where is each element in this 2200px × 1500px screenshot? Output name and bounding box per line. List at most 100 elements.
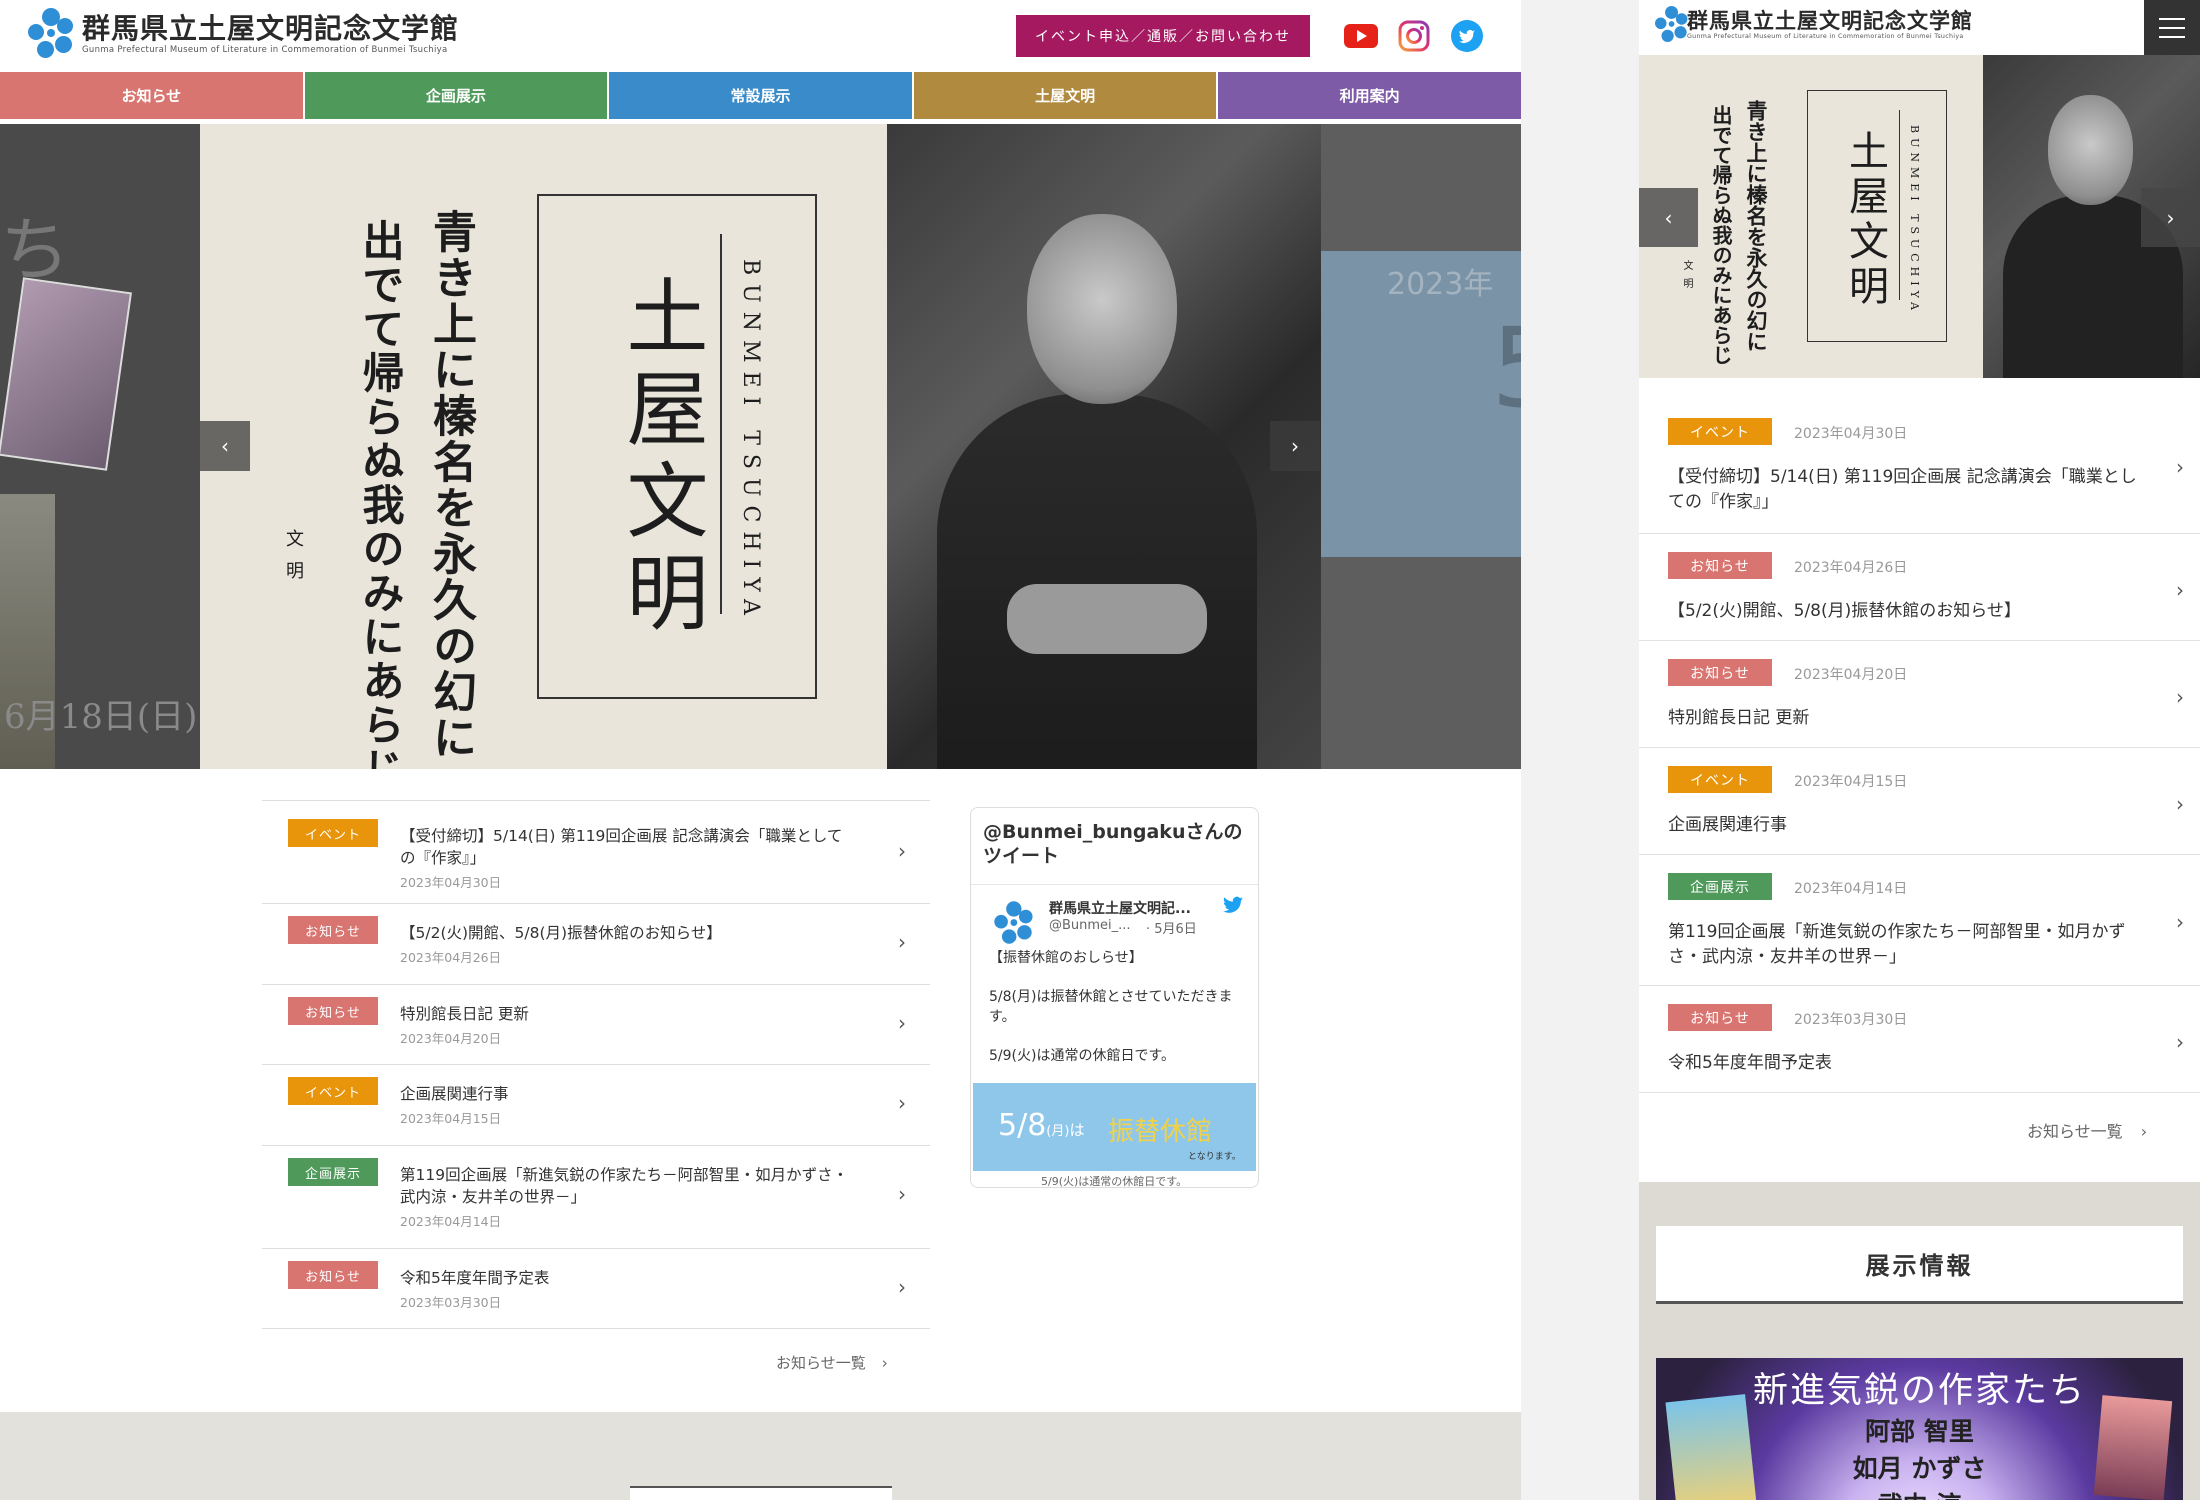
news-item[interactable]: お知らせ 特別館長日記 更新 2023年04月20日 › [262, 985, 930, 1065]
news-tag: お知らせ [288, 916, 378, 944]
news-title: 第119回企画展「新進気鋭の作家たち－阿部智里・如月かずさ・武内涼・友井羊の世界… [400, 1166, 849, 1206]
news-date: 2023年04月14日 [1794, 881, 1908, 897]
news-tag: イベント [288, 1077, 378, 1105]
hero-name: 土屋文明 [612, 274, 707, 642]
twitter-timeline[interactable]: @Bunmei_bungakuさんのツイート 群馬県立土屋文明記... @Bun… [970, 807, 1259, 1188]
chevron-right-icon: › [2176, 455, 2184, 479]
poem-signature: 文明 [283, 529, 304, 593]
carousel-next-button[interactable]: › [2141, 188, 2200, 247]
news-list-link[interactable]: お知らせ一覧 › [2027, 1118, 2147, 1142]
carousel-prev-button[interactable]: ‹ [1639, 188, 1698, 247]
news-item[interactable]: イベント 【受付締切】5/14(日) 第119回企画展 記念講演会「職業としての… [262, 800, 930, 904]
hero-carousel: ち 6月18日(日) 青き上に榛名を永久の幻に 出でて帰らぬ我のみにあらじ 文明… [0, 124, 1521, 769]
news-title: 第119回企画展「新進気鋭の作家たち－阿部智里・如月かずさ・武内涼・友井羊の世界… [1668, 922, 2126, 967]
site-title: 群馬県立土屋文明記念文学館 [82, 11, 460, 45]
next-slide-preview: 2023年 5 [1321, 124, 1521, 769]
news-list-link-label: お知らせ一覧 [776, 1354, 866, 1372]
carousel-prev-button[interactable]: ‹ [200, 421, 250, 471]
news-tag: 企画展示 [288, 1158, 378, 1186]
news-title: 【受付締切】5/14(日) 第119回企画展 記念講演会「職業としての『作家』」 [400, 827, 843, 867]
mobile-news-list: イベント 2023年04月30日 【受付締切】5/14(日) 第119回企画展 … [1639, 400, 2200, 1093]
site-subtitle: Gunma Prefectural Museum of Literature i… [82, 44, 448, 55]
prev-slide-preview: ち 6月18日(日) [0, 124, 200, 769]
nav-guide[interactable]: 利用案内 [1218, 72, 1521, 119]
poem-line-2: 出でて帰らぬ我のみにあらじ [356, 219, 405, 769]
chevron-right-icon: › [898, 839, 906, 863]
news-tag: お知らせ [288, 1261, 378, 1289]
tweet-image-label: 振替休館 [1108, 1117, 1213, 1147]
news-item[interactable]: 企画展示 第119回企画展「新進気鋭の作家たち－阿部智里・如月かずさ・武内涼・友… [262, 1146, 930, 1249]
news-item[interactable]: お知らせ 【5/2(火)開館、5/8(月)振替休館のお知らせ】 2023年04月… [262, 904, 930, 985]
news-title: 【5/2(火)開館、5/8(月)振替休館のお知らせ】 [400, 924, 722, 942]
bunmei-photo [887, 124, 1321, 769]
mobile-view: 群馬県立土屋文明記念文学館 Gunma Prefectural Museum o… [1639, 0, 2200, 1500]
flower-logo-icon [1655, 6, 1688, 42]
news-title: 令和5年度年間予定表 [400, 1269, 550, 1287]
tweet-author-name[interactable]: 群馬県立土屋文明記... [1049, 898, 1191, 918]
site-subtitle: Gunma Prefectural Museum of Literature i… [1687, 33, 1964, 40]
carousel-next-button[interactable]: › [1270, 421, 1320, 471]
mobile-header: 群馬県立土屋文明記念文学館 Gunma Prefectural Museum o… [1639, 0, 2200, 55]
news-item[interactable]: イベント 2023年04月30日 【受付締切】5/14(日) 第119回企画展 … [1639, 400, 2200, 534]
news-date: 2023年04月20日 [1794, 667, 1908, 683]
site-logo[interactable]: 群馬県立土屋文明記念文学館 Gunma Prefectural Museum o… [1655, 6, 1973, 44]
news-title: 【5/2(火)開館、5/8(月)振替休館のお知らせ】 [1668, 601, 2021, 621]
chevron-right-icon: › [2140, 1122, 2148, 1141]
nav-bunmei[interactable]: 土屋文明 [913, 72, 1219, 119]
frame-divider [1899, 110, 1900, 300]
exhibition-poster[interactable]: 新進気鋭の作家たち 阿部 智里 如月 かずさ 武内 涼 [1656, 1358, 2183, 1500]
desktop-view: 群馬県立土屋文明記念文学館 Gunma Prefectural Museum o… [0, 0, 1521, 1500]
news-item[interactable]: イベント 企画展関連行事 2023年04月15日 › [262, 1065, 930, 1146]
exhibition-section-preview [0, 1412, 1521, 1500]
news-item[interactable]: お知らせ 2023年04月20日 特別館長日記 更新 › [1639, 641, 2200, 748]
exhibition-heading-tab[interactable] [630, 1486, 892, 1500]
exhibition-info-heading[interactable]: 展示情報 [1656, 1226, 2183, 1304]
twitter-bird-icon[interactable] [1223, 896, 1243, 918]
prev-slide-date: 6月18日(日) [4, 697, 198, 737]
tweet-image-sub: となります。 [1188, 1152, 1241, 1162]
nav-special-exhibition[interactable]: 企画展示 [304, 72, 610, 119]
news-item[interactable]: お知らせ 2023年04月26日 【5/2(火)開館、5/8(月)振替休館のお知… [1639, 534, 2200, 641]
poem-line-1: 青き上に榛名を永久の幻に [425, 209, 476, 761]
news-tag: イベント [1668, 766, 1772, 793]
tweet-author-handle[interactable]: @Bunmei_... [1049, 918, 1131, 933]
news-item[interactable]: お知らせ 令和5年度年間予定表 2023年03月30日 › [262, 1249, 930, 1329]
hamburger-menu-icon[interactable] [2144, 0, 2200, 55]
nav-permanent-exhibition[interactable]: 常設展示 [609, 72, 914, 119]
tweet-text: 【振替休館のおしらせ】 5/8(月)は振替休館とさせていただきます。 5/9(火… [989, 948, 1244, 1085]
twitter-icon[interactable] [1450, 20, 1484, 52]
news-title: 企画展関連行事 [1668, 815, 1787, 835]
youtube-icon[interactable] [1344, 20, 1378, 52]
news-date: 2023年03月30日 [400, 1295, 502, 1310]
tweet-image-date-value: 5/8 [998, 1108, 1047, 1143]
nav-news[interactable]: お知らせ [0, 72, 305, 119]
tweet-text-line: 5/9(火)は通常の休館日です。 [989, 1048, 1176, 1064]
tweet-image[interactable]: 5/8(月)は 振替休館 となります。 [973, 1083, 1256, 1171]
news-title: 令和5年度年間予定表 [1668, 1053, 1832, 1073]
news-tag: お知らせ [1668, 1004, 1772, 1031]
site-logo[interactable]: 群馬県立土屋文明記念文学館 Gunma Prefectural Museum o… [28, 8, 459, 60]
flower-logo-icon [28, 8, 76, 60]
chevron-right-icon: › [2176, 685, 2184, 709]
tweet-image-ha: は [1069, 1121, 1085, 1139]
event-contact-button[interactable]: イベント申込／通販／お問い合わせ [1016, 15, 1310, 57]
news-item[interactable]: 企画展示 2023年04月14日 第119回企画展「新進気鋭の作家たち－阿部智里… [1639, 855, 2200, 986]
twitter-avatar [991, 898, 1035, 944]
hero-name-en: BUNMEI TSUCHIYA [1908, 125, 1921, 315]
frame-divider [720, 234, 722, 614]
poem-line-1: 青き上に榛名を永久の幻に [1744, 100, 1769, 352]
instagram-icon[interactable] [1397, 20, 1431, 52]
news-item[interactable]: イベント 2023年04月15日 企画展関連行事 › [1639, 748, 2200, 855]
chevron-right-icon: › [898, 1182, 906, 1206]
chevron-right-icon: › [2176, 910, 2184, 934]
news-item[interactable]: お知らせ 2023年03月30日 令和5年度年間予定表 › [1639, 986, 2200, 1093]
news-tag: お知らせ [1668, 552, 1772, 579]
chevron-right-icon: › [898, 930, 906, 954]
news-date: 2023年04月15日 [1794, 774, 1908, 790]
tweet-date[interactable]: · 5月6日 [1146, 918, 1197, 937]
news-list-link[interactable]: お知らせ一覧 › [776, 1352, 888, 1373]
news-tag: イベント [288, 819, 378, 847]
news-date: 2023年03月30日 [1794, 1012, 1908, 1028]
exhibition-section: 展示情報 新進気鋭の作家たち 阿部 智里 如月 かずさ 武内 涼 [1639, 1182, 2200, 1500]
site-header: 群馬県立土屋文明記念文学館 Gunma Prefectural Museum o… [0, 0, 1521, 72]
